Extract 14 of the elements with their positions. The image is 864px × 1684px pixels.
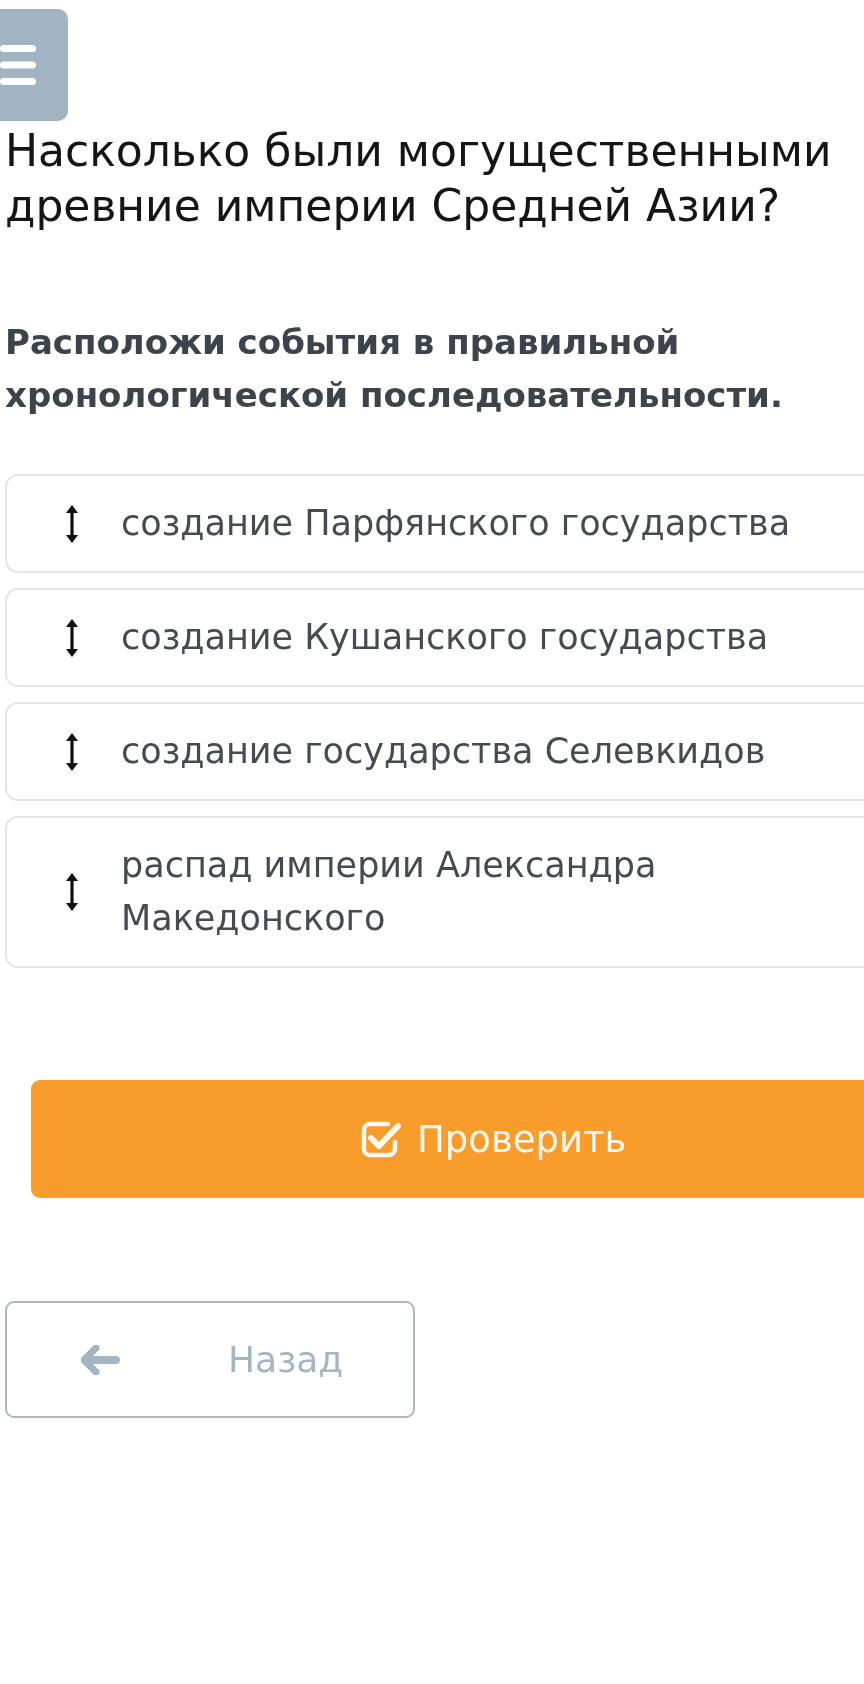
- sortable-event-item[interactable]: создание Парфянского государства: [5, 474, 864, 573]
- menu-icon: [0, 45, 36, 85]
- up-down-arrow-icon: [66, 732, 78, 771]
- up-down-arrow-icon: [66, 504, 78, 543]
- up-down-arrow-icon: [66, 873, 78, 911]
- sortable-event-item[interactable]: создание Кушанского государства: [5, 588, 864, 687]
- sortable-event-item[interactable]: распад империи Александра Македонского: [5, 816, 864, 968]
- arrow-left-icon: [81, 1344, 120, 1375]
- checkbox-icon: [361, 1120, 401, 1158]
- sortable-event-item[interactable]: создание государства Селевкидов: [5, 702, 864, 801]
- menu-button[interactable]: [0, 9, 68, 121]
- up-down-arrow-icon: [66, 618, 78, 657]
- question-title: Насколько были могущественными древние империи Средней Азии?: [4, 124, 833, 233]
- task-instruction: Расположи события в правильной хронологической последовательности.: [4, 321, 784, 417]
